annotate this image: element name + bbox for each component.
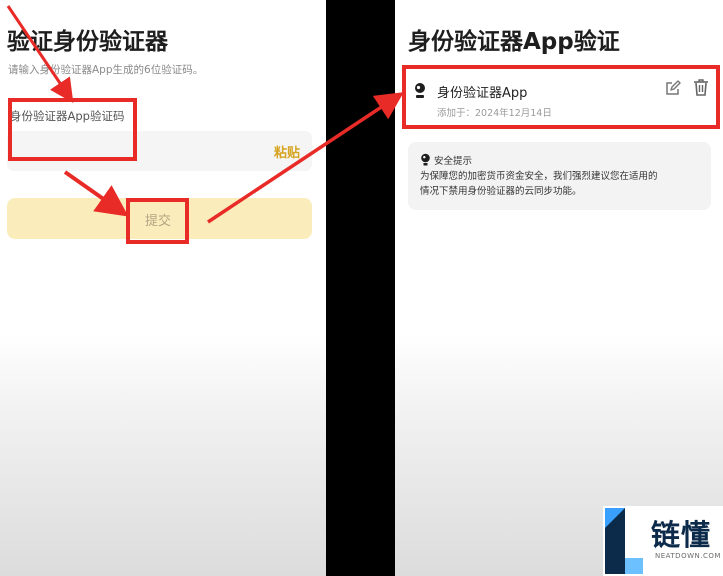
tip-body: 为保障您的加密货币资金安全，我们强烈建议您在适用的 情况下禁用身份验证器的云同步… (420, 169, 710, 199)
right-screen: 身份验证器App验证 身份验证器App 添加于：2024年12月14日 安全提示… (395, 0, 723, 576)
tip-body-line: 情况下禁用身份验证器的云同步功能。 (420, 186, 582, 197)
authenticator-name: 身份验证器App (437, 86, 528, 101)
watermark-brand: 链懂 (651, 518, 712, 552)
page-title: 身份验证器App验证 (408, 29, 620, 55)
security-tip-box: 安全提示 为保障您的加密货币资金安全，我们强烈建议您在适用的 情况下禁用身份验证… (408, 142, 711, 210)
edit-icon[interactable] (665, 80, 681, 96)
code-input-box: 粘贴 (7, 131, 312, 171)
added-date: 添加于：2024年12月14日 (437, 108, 552, 119)
code-field-label: 身份验证器App验证码 (10, 109, 125, 123)
page-subtitle: 请输入身份验证器App生成的6位验证码。 (8, 64, 204, 76)
watermark-logo-icon (605, 508, 643, 574)
watermark-domain: NEATDOWN.COM (655, 552, 721, 560)
submit-button-label: 提交 (145, 213, 172, 228)
submit-button[interactable]: 提交 (7, 198, 312, 239)
tip-body-line: 为保障您的加密货币资金安全，我们强烈建议您在适用的 (420, 171, 658, 182)
trash-icon[interactable] (693, 79, 709, 96)
authenticator-avatar-icon (415, 83, 425, 98)
code-input[interactable] (17, 141, 247, 161)
left-screen: 验证身份验证器 请输入身份验证器App生成的6位验证码。 身份验证器App验证码… (0, 0, 326, 576)
lightbulb-icon (421, 153, 430, 166)
tip-title: 安全提示 (434, 156, 473, 167)
page-title: 验证身份验证器 (7, 29, 168, 55)
watermark: 链懂 NEATDOWN.COM (603, 506, 723, 576)
authenticator-card[interactable]: 身份验证器App 添加于：2024年12月14日 (407, 68, 716, 126)
black-divider (326, 0, 395, 576)
paste-button[interactable]: 粘贴 (274, 142, 300, 161)
